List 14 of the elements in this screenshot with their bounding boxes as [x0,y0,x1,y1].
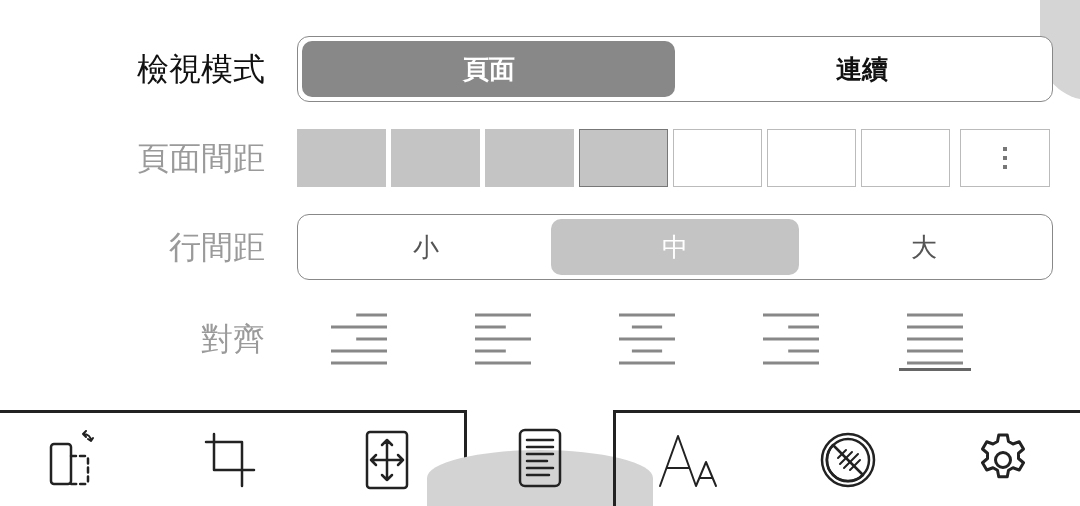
row-label: 頁面間距 [137,138,265,179]
segment-option[interactable]: 連續 [675,41,1048,97]
spacing-step[interactable] [579,129,668,187]
segment-option[interactable]: 頁面 [302,41,675,97]
segment-option[interactable]: 小 [302,219,551,275]
spacing-step[interactable] [861,129,950,187]
more-button[interactable] [960,129,1050,187]
spacing-step[interactable] [673,129,762,187]
spacing-step[interactable] [767,129,856,187]
more-vertical-icon [1002,146,1008,170]
segment-option[interactable]: 大 [799,219,1048,275]
row-label: 對齊 [201,319,265,360]
row-label: 行間距 [169,227,265,268]
row-label: 檢視模式 [137,49,265,90]
